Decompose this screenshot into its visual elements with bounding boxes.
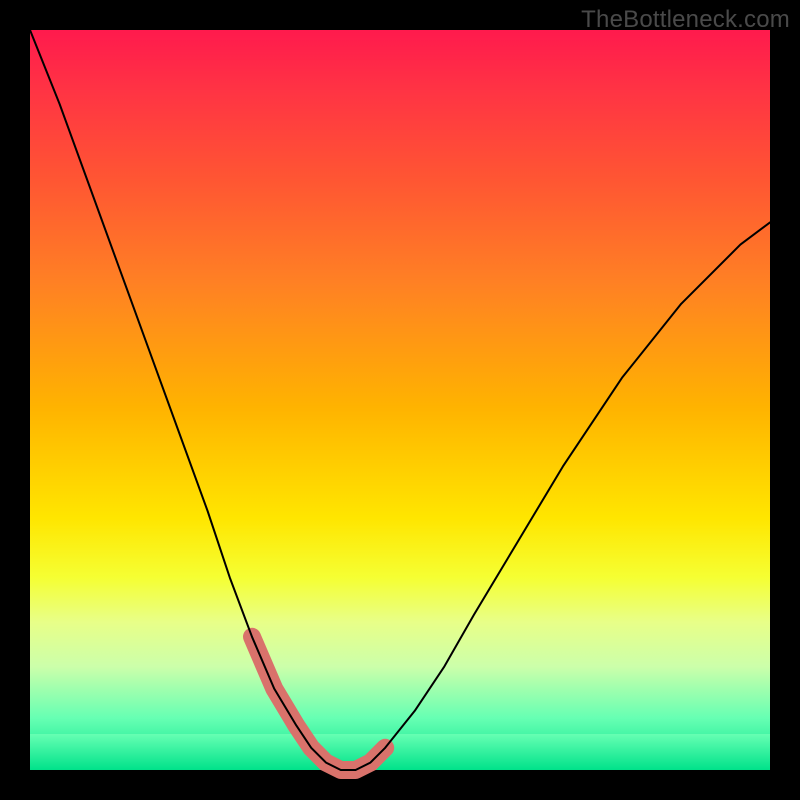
bottleneck-curve xyxy=(30,30,770,770)
curve-accent-segment xyxy=(252,637,385,770)
chart-frame: TheBottleneck.com xyxy=(0,0,800,800)
plot-area xyxy=(30,30,770,770)
curve-svg xyxy=(30,30,770,770)
